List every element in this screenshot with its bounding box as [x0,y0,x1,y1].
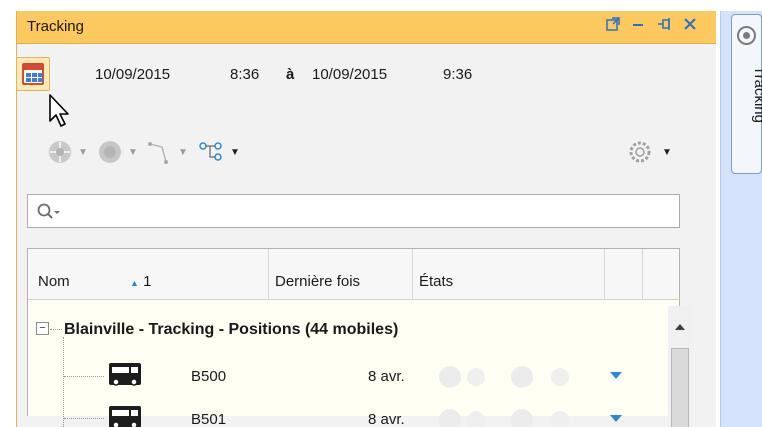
tree-connector [64,376,104,377]
column-label: États [419,273,454,290]
column-header-extra[interactable] [605,249,643,300]
minimize-icon[interactable] [627,15,649,39]
tree-icon[interactable] [198,138,226,166]
settings-dropdown-icon[interactable]: ▼ [662,147,672,158]
circle-icon[interactable] [96,138,124,166]
grid-header: Nom ▲ 1 Dernière fois États [28,249,679,300]
pin-icon[interactable] [654,15,676,39]
column-label: Nom [38,273,70,290]
column-header-derniere-fois[interactable]: Dernière fois [269,249,413,300]
row-name: B500 [191,368,227,385]
end-date[interactable]: 10/09/2015 [312,66,387,83]
route-icon[interactable] [146,138,174,166]
start-time[interactable]: 8:36 [230,66,259,83]
row-dropdown-icon[interactable] [610,372,622,379]
group-label[interactable]: Blainville - Tracking - Positions (44 mo… [64,321,398,339]
row-dropdown-icon[interactable] [610,415,622,422]
sort-indicator-icon: ▲ 1 [130,273,152,290]
settings-icon[interactable] [625,138,655,166]
start-date[interactable]: 10/09/2015 [95,66,170,83]
sort-index: 1 [143,273,152,290]
side-tab-label: Tracking [751,66,762,123]
tracking-target-icon [737,26,756,45]
truck-icon [109,363,141,386]
state-tree-icon [467,368,485,386]
collapse-group-icon[interactable]: − [36,322,49,335]
state-position-icon [439,366,461,388]
position-dropdown-icon[interactable]: ▼ [78,147,88,158]
circle-dropdown-icon[interactable]: ▼ [128,147,138,158]
state-circle-icon [511,409,533,427]
scroll-thumb[interactable] [671,348,689,427]
state-tree-icon [467,411,485,427]
state-route-icon [551,411,569,427]
tree-dropdown-icon[interactable]: ▼ [230,147,240,158]
float-icon[interactable] [602,15,624,39]
collapse-symbol: − [39,322,46,334]
calendar-button[interactable] [16,57,50,91]
column-header-etats[interactable]: États [413,249,605,300]
state-position-icon [439,409,461,427]
search-input[interactable] [27,194,680,228]
calendar-icon [22,63,44,85]
grid-scrollbar[interactable] [668,306,692,427]
date-separator: à [286,66,295,83]
column-header-nom[interactable]: Nom ▲ 1 [28,249,269,300]
tree-connector [50,329,62,330]
row-name: B501 [191,411,227,427]
row-last-time: 8 avr. [368,411,405,427]
search-icon[interactable] [36,202,60,222]
truck-icon [109,406,141,427]
state-circle-icon [511,366,533,388]
column-label: Dernière fois [275,273,361,290]
state-route-icon [551,368,569,386]
tree-line [63,337,64,427]
position-icon[interactable] [46,138,74,166]
tree-connector [64,418,104,419]
route-dropdown-icon[interactable]: ▼ [178,147,188,158]
panel-title: Tracking [27,18,84,35]
panel-title-bar[interactable]: Tracking [17,11,716,44]
close-icon[interactable] [679,15,701,39]
row-last-time: 8 avr. [368,368,405,385]
mouse-cursor-icon [49,94,69,127]
end-time[interactable]: 9:36 [443,66,472,83]
scroll-up-icon[interactable] [675,324,685,330]
